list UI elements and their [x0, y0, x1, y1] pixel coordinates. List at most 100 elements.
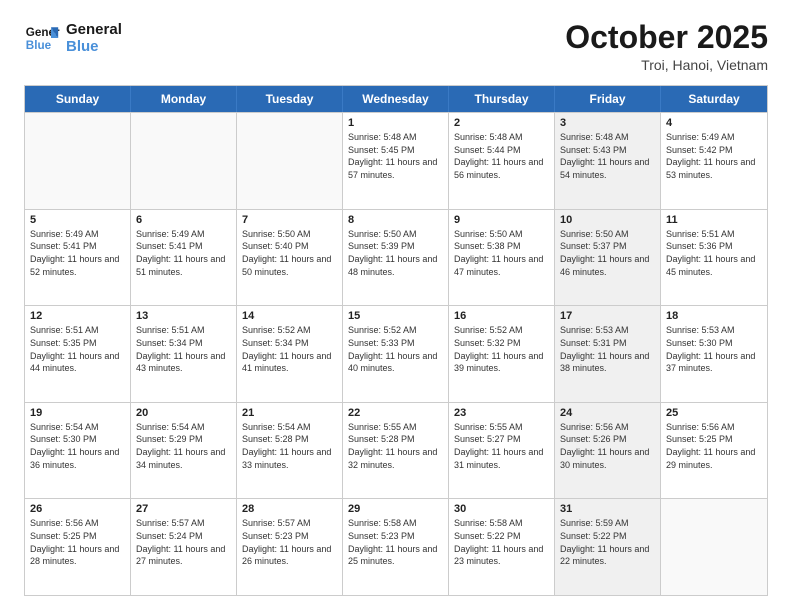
sunrise-text: Sunrise: 5:49 AM [666, 131, 762, 144]
sunrise-text: Sunrise: 5:52 AM [348, 324, 443, 337]
day-number: 12 [30, 310, 125, 322]
day-number: 18 [666, 310, 762, 322]
cal-cell-r3c2: 21Sunrise: 5:54 AMSunset: 5:28 PMDayligh… [237, 403, 343, 499]
cal-cell-r1c3: 8Sunrise: 5:50 AMSunset: 5:39 PMDaylight… [343, 210, 449, 306]
calendar-body: 1Sunrise: 5:48 AMSunset: 5:45 PMDaylight… [25, 112, 767, 595]
cal-cell-r2c4: 16Sunrise: 5:52 AMSunset: 5:32 PMDayligh… [449, 306, 555, 402]
daylight-text: Daylight: 11 hours and 56 minutes. [454, 156, 549, 181]
day-number: 24 [560, 407, 655, 419]
sunrise-text: Sunrise: 5:53 AM [560, 324, 655, 337]
daylight-text: Daylight: 11 hours and 41 minutes. [242, 350, 337, 375]
sunrise-text: Sunrise: 5:48 AM [348, 131, 443, 144]
sunset-text: Sunset: 5:42 PM [666, 144, 762, 157]
sunrise-text: Sunrise: 5:52 AM [242, 324, 337, 337]
day-number: 11 [666, 214, 762, 226]
cal-cell-r2c6: 18Sunrise: 5:53 AMSunset: 5:30 PMDayligh… [661, 306, 767, 402]
daylight-text: Daylight: 11 hours and 34 minutes. [136, 446, 231, 471]
cal-cell-r0c1 [131, 113, 237, 209]
logo-general: General [66, 21, 122, 38]
day-number: 4 [666, 117, 762, 129]
sunset-text: Sunset: 5:29 PM [136, 433, 231, 446]
sunset-text: Sunset: 5:32 PM [454, 337, 549, 350]
header-thursday: Thursday [449, 86, 555, 112]
sunrise-text: Sunrise: 5:55 AM [348, 421, 443, 434]
day-number: 6 [136, 214, 231, 226]
cal-cell-r4c1: 27Sunrise: 5:57 AMSunset: 5:24 PMDayligh… [131, 499, 237, 595]
header-sunday: Sunday [25, 86, 131, 112]
sunrise-text: Sunrise: 5:57 AM [242, 517, 337, 530]
sunset-text: Sunset: 5:24 PM [136, 530, 231, 543]
sunrise-text: Sunrise: 5:51 AM [666, 228, 762, 241]
sunrise-text: Sunrise: 5:58 AM [348, 517, 443, 530]
sunrise-text: Sunrise: 5:51 AM [30, 324, 125, 337]
cal-cell-r1c6: 11Sunrise: 5:51 AMSunset: 5:36 PMDayligh… [661, 210, 767, 306]
sunrise-text: Sunrise: 5:54 AM [30, 421, 125, 434]
sunset-text: Sunset: 5:33 PM [348, 337, 443, 350]
sunset-text: Sunset: 5:25 PM [666, 433, 762, 446]
calendar: SundayMondayTuesdayWednesdayThursdayFrid… [24, 85, 768, 596]
cal-cell-r1c4: 9Sunrise: 5:50 AMSunset: 5:38 PMDaylight… [449, 210, 555, 306]
daylight-text: Daylight: 11 hours and 33 minutes. [242, 446, 337, 471]
day-number: 9 [454, 214, 549, 226]
cal-cell-r2c5: 17Sunrise: 5:53 AMSunset: 5:31 PMDayligh… [555, 306, 661, 402]
sunrise-text: Sunrise: 5:57 AM [136, 517, 231, 530]
header-tuesday: Tuesday [237, 86, 343, 112]
day-number: 19 [30, 407, 125, 419]
daylight-text: Daylight: 11 hours and 26 minutes. [242, 543, 337, 568]
day-number: 13 [136, 310, 231, 322]
cal-cell-r4c0: 26Sunrise: 5:56 AMSunset: 5:25 PMDayligh… [25, 499, 131, 595]
sunrise-text: Sunrise: 5:56 AM [30, 517, 125, 530]
daylight-text: Daylight: 11 hours and 37 minutes. [666, 350, 762, 375]
sunrise-text: Sunrise: 5:51 AM [136, 324, 231, 337]
day-number: 22 [348, 407, 443, 419]
day-number: 3 [560, 117, 655, 129]
daylight-text: Daylight: 11 hours and 32 minutes. [348, 446, 443, 471]
cal-cell-r4c6 [661, 499, 767, 595]
daylight-text: Daylight: 11 hours and 39 minutes. [454, 350, 549, 375]
daylight-text: Daylight: 11 hours and 44 minutes. [30, 350, 125, 375]
sunset-text: Sunset: 5:36 PM [666, 240, 762, 253]
sunrise-text: Sunrise: 5:59 AM [560, 517, 655, 530]
day-number: 7 [242, 214, 337, 226]
cal-cell-r0c6: 4Sunrise: 5:49 AMSunset: 5:42 PMDaylight… [661, 113, 767, 209]
cal-cell-r1c0: 5Sunrise: 5:49 AMSunset: 5:41 PMDaylight… [25, 210, 131, 306]
sunset-text: Sunset: 5:41 PM [136, 240, 231, 253]
cal-cell-r0c5: 3Sunrise: 5:48 AMSunset: 5:43 PMDaylight… [555, 113, 661, 209]
sunset-text: Sunset: 5:44 PM [454, 144, 549, 157]
day-number: 15 [348, 310, 443, 322]
month-title: October 2025 [565, 20, 768, 55]
day-number: 23 [454, 407, 549, 419]
cal-cell-r1c2: 7Sunrise: 5:50 AMSunset: 5:40 PMDaylight… [237, 210, 343, 306]
day-number: 10 [560, 214, 655, 226]
daylight-text: Daylight: 11 hours and 50 minutes. [242, 253, 337, 278]
daylight-text: Daylight: 11 hours and 43 minutes. [136, 350, 231, 375]
sunset-text: Sunset: 5:22 PM [560, 530, 655, 543]
location: Troi, Hanoi, Vietnam [565, 57, 768, 73]
daylight-text: Daylight: 11 hours and 27 minutes. [136, 543, 231, 568]
sunrise-text: Sunrise: 5:50 AM [454, 228, 549, 241]
cal-cell-r2c1: 13Sunrise: 5:51 AMSunset: 5:34 PMDayligh… [131, 306, 237, 402]
daylight-text: Daylight: 11 hours and 28 minutes. [30, 543, 125, 568]
sunrise-text: Sunrise: 5:54 AM [136, 421, 231, 434]
cal-cell-r4c3: 29Sunrise: 5:58 AMSunset: 5:23 PMDayligh… [343, 499, 449, 595]
calendar-row-3: 19Sunrise: 5:54 AMSunset: 5:30 PMDayligh… [25, 402, 767, 499]
cal-cell-r1c1: 6Sunrise: 5:49 AMSunset: 5:41 PMDaylight… [131, 210, 237, 306]
sunset-text: Sunset: 5:45 PM [348, 144, 443, 157]
cal-cell-r3c3: 22Sunrise: 5:55 AMSunset: 5:28 PMDayligh… [343, 403, 449, 499]
sunrise-text: Sunrise: 5:50 AM [242, 228, 337, 241]
day-number: 20 [136, 407, 231, 419]
sunset-text: Sunset: 5:35 PM [30, 337, 125, 350]
logo: General Blue General Blue [24, 20, 122, 56]
svg-text:Blue: Blue [26, 39, 52, 52]
daylight-text: Daylight: 11 hours and 51 minutes. [136, 253, 231, 278]
calendar-row-0: 1Sunrise: 5:48 AMSunset: 5:45 PMDaylight… [25, 112, 767, 209]
day-number: 8 [348, 214, 443, 226]
daylight-text: Daylight: 11 hours and 40 minutes. [348, 350, 443, 375]
daylight-text: Daylight: 11 hours and 54 minutes. [560, 156, 655, 181]
cal-cell-r0c3: 1Sunrise: 5:48 AMSunset: 5:45 PMDaylight… [343, 113, 449, 209]
logo-icon: General Blue [24, 20, 60, 56]
cal-cell-r4c5: 31Sunrise: 5:59 AMSunset: 5:22 PMDayligh… [555, 499, 661, 595]
sunset-text: Sunset: 5:43 PM [560, 144, 655, 157]
sunset-text: Sunset: 5:30 PM [30, 433, 125, 446]
cal-cell-r2c3: 15 Sunrise: 5:52 AMSunset: 5:33 PMDayligh… [343, 306, 449, 402]
